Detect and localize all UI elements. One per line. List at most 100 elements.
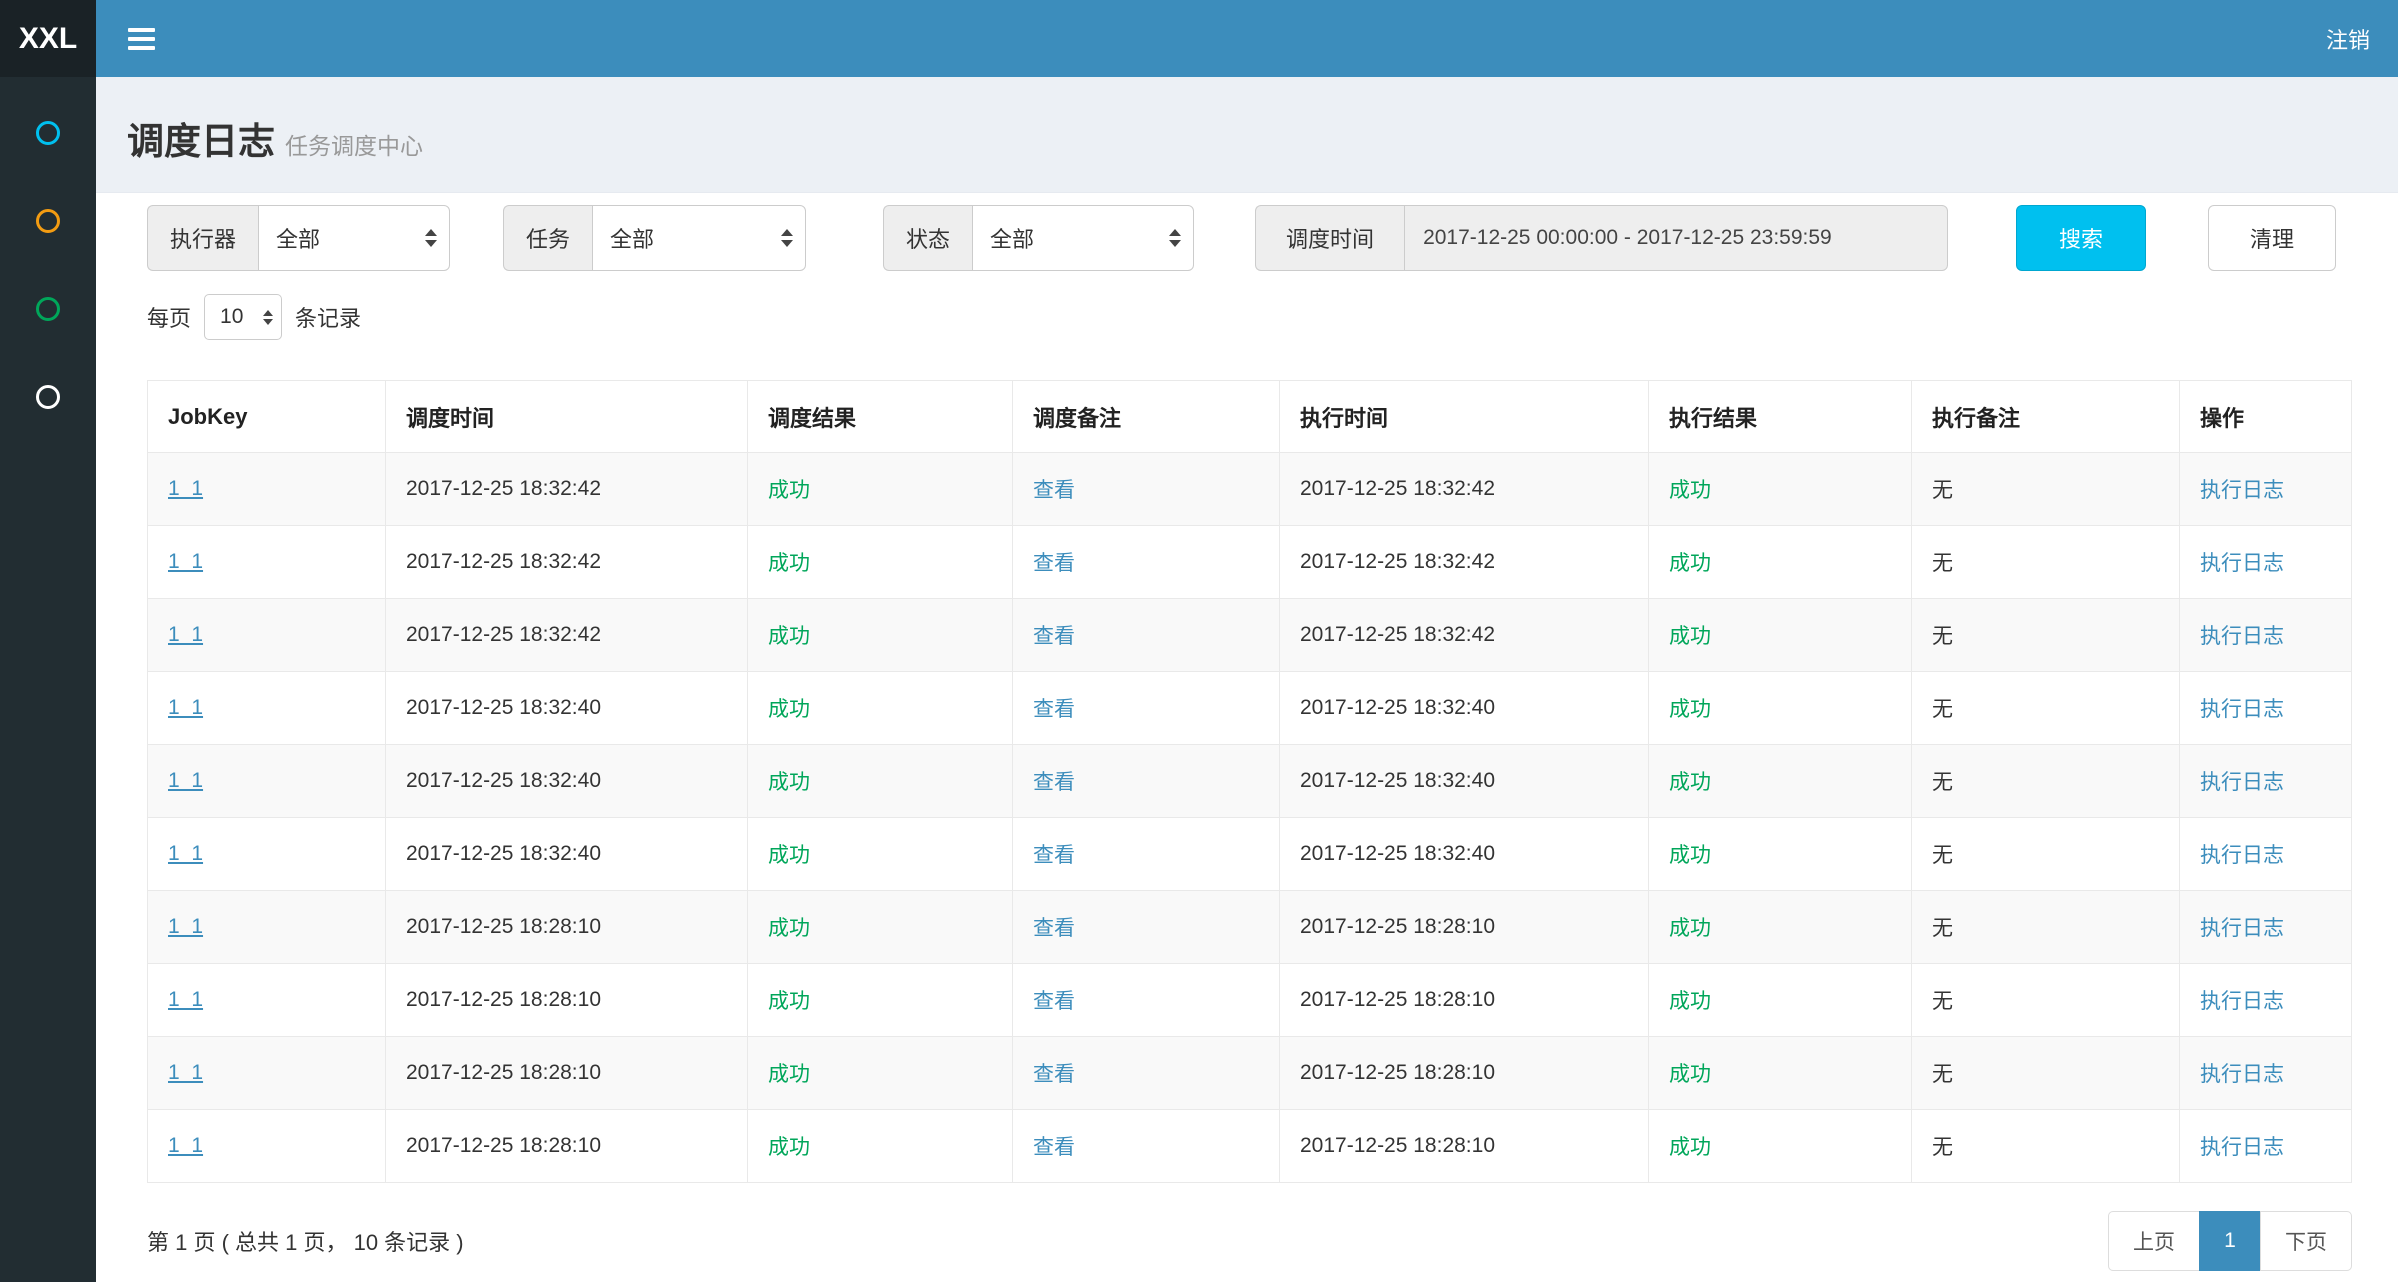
content-box: 执行器 全部 任务 全部 状态 全部	[96, 192, 2398, 1282]
table-row: 1_1 2017-12-25 18:28:10 成功 查看 2017-12-25…	[148, 1037, 2352, 1110]
exec-log-link[interactable]: 执行日志	[2200, 771, 2284, 794]
view-link[interactable]: 查看	[1033, 844, 1075, 867]
exec-log-link[interactable]: 执行日志	[2200, 479, 2284, 502]
handle-msg-cell: 无	[1912, 599, 2180, 672]
sidebar-item-3[interactable]	[32, 293, 64, 325]
page-size-prefix-label: 每页	[147, 301, 191, 333]
sidebar-item-2[interactable]	[32, 205, 64, 237]
trigger-result-cell: 成功	[748, 1110, 1013, 1183]
col-trigger-time: 调度时间	[386, 381, 748, 453]
jobkey-cell: 1_1	[148, 1037, 386, 1110]
logout-link[interactable]: 注销	[2326, 23, 2370, 55]
executor-filter-group: 执行器 全部	[147, 205, 450, 271]
exec-log-link[interactable]: 执行日志	[2200, 1063, 2284, 1086]
view-link[interactable]: 查看	[1033, 1063, 1075, 1086]
jobkey-link[interactable]: 1_1	[168, 988, 203, 1011]
sidebar-item-1[interactable]	[32, 117, 64, 149]
jobkey-link[interactable]: 1_1	[168, 696, 203, 719]
view-link[interactable]: 查看	[1033, 698, 1075, 721]
handle-msg-cell: 无	[1912, 891, 2180, 964]
action-cell: 执行日志	[2180, 745, 2352, 818]
job-filter-group: 任务 全部	[503, 205, 806, 271]
clear-button[interactable]: 清理	[2208, 205, 2336, 271]
sidebar-item-4[interactable]	[32, 381, 64, 413]
exec-log-link[interactable]: 执行日志	[2200, 698, 2284, 721]
trigger-msg-cell: 查看	[1013, 526, 1280, 599]
handle-msg-cell: 无	[1912, 1110, 2180, 1183]
handle-result-cell: 成功	[1649, 891, 1912, 964]
handle-msg-cell: 无	[1912, 526, 2180, 599]
prev-page-button[interactable]: 上页	[2108, 1211, 2200, 1271]
select-spinner-icon	[781, 229, 793, 247]
jobkey-link[interactable]: 1_1	[168, 915, 203, 938]
exec-log-link[interactable]: 执行日志	[2200, 917, 2284, 940]
jobkey-link[interactable]: 1_1	[168, 769, 203, 792]
exec-log-link[interactable]: 执行日志	[2200, 625, 2284, 648]
status-select[interactable]: 全部	[972, 205, 1194, 271]
view-link[interactable]: 查看	[1033, 1136, 1075, 1159]
handle-msg-cell: 无	[1912, 1037, 2180, 1110]
trigger-result-cell: 成功	[748, 1037, 1013, 1110]
view-link[interactable]: 查看	[1033, 552, 1075, 575]
filter-row: 执行器 全部 任务 全部 状态 全部	[147, 205, 2352, 271]
table-row: 1_1 2017-12-25 18:32:40 成功 查看 2017-12-25…	[148, 672, 2352, 745]
job-select[interactable]: 全部	[592, 205, 806, 271]
jobkey-cell: 1_1	[148, 964, 386, 1037]
action-cell: 执行日志	[2180, 453, 2352, 526]
select-spinner-icon	[425, 229, 437, 247]
jobkey-cell: 1_1	[148, 1110, 386, 1183]
exec-log-link[interactable]: 执行日志	[2200, 1136, 2284, 1159]
trigger-result-cell: 成功	[748, 818, 1013, 891]
col-handle-msg: 执行备注	[1912, 381, 2180, 453]
jobkey-link[interactable]: 1_1	[168, 1134, 203, 1157]
page-size-select[interactable]: 10	[204, 294, 282, 340]
jobkey-cell: 1_1	[148, 453, 386, 526]
handle-result-cell: 成功	[1649, 745, 1912, 818]
circle-o-icon	[36, 297, 60, 321]
brand-logo[interactable]: XXL	[0, 0, 96, 77]
jobkey-link[interactable]: 1_1	[168, 1061, 203, 1084]
view-link[interactable]: 查看	[1033, 990, 1075, 1013]
sidebar	[0, 77, 96, 1282]
jobkey-link[interactable]: 1_1	[168, 477, 203, 500]
handle-time-cell: 2017-12-25 18:32:40	[1280, 745, 1649, 818]
executor-select[interactable]: 全部	[258, 205, 450, 271]
trigger-time-cell: 2017-12-25 18:32:42	[386, 453, 748, 526]
trigger-time-range-input[interactable]: 2017-12-25 00:00:00 - 2017-12-25 23:59:5…	[1404, 205, 1948, 271]
circle-o-icon	[36, 121, 60, 145]
handle-msg-cell: 无	[1912, 745, 2180, 818]
jobkey-cell: 1_1	[148, 745, 386, 818]
exec-log-link[interactable]: 执行日志	[2200, 552, 2284, 575]
exec-log-link[interactable]: 执行日志	[2200, 990, 2284, 1013]
next-page-button[interactable]: 下页	[2260, 1211, 2352, 1271]
content-header: 调度日志任务调度中心	[96, 77, 2398, 192]
action-cell: 执行日志	[2180, 1110, 2352, 1183]
job-label: 任务	[503, 205, 592, 271]
exec-log-link[interactable]: 执行日志	[2200, 844, 2284, 867]
table-body: 1_1 2017-12-25 18:32:42 成功 查看 2017-12-25…	[148, 453, 2352, 1183]
handle-result-cell: 成功	[1649, 599, 1912, 672]
view-link[interactable]: 查看	[1033, 771, 1075, 794]
jobkey-cell: 1_1	[148, 526, 386, 599]
handle-time-cell: 2017-12-25 18:28:10	[1280, 891, 1649, 964]
trigger-time-cell: 2017-12-25 18:28:10	[386, 1110, 748, 1183]
action-cell: 执行日志	[2180, 1037, 2352, 1110]
view-link[interactable]: 查看	[1033, 917, 1075, 940]
view-link[interactable]: 查看	[1033, 479, 1075, 502]
trigger-time-cell: 2017-12-25 18:32:42	[386, 599, 748, 672]
handle-time-cell: 2017-12-25 18:32:42	[1280, 453, 1649, 526]
sidebar-toggle-icon[interactable]	[128, 28, 155, 50]
search-button[interactable]: 搜索	[2016, 205, 2146, 271]
handle-result-cell: 成功	[1649, 453, 1912, 526]
trigger-msg-cell: 查看	[1013, 964, 1280, 1037]
table-row: 1_1 2017-12-25 18:28:10 成功 查看 2017-12-25…	[148, 891, 2352, 964]
page-1-button[interactable]: 1	[2199, 1211, 2261, 1271]
trigger-msg-cell: 查看	[1013, 599, 1280, 672]
jobkey-link[interactable]: 1_1	[168, 623, 203, 646]
jobkey-link[interactable]: 1_1	[168, 550, 203, 573]
table-row: 1_1 2017-12-25 18:32:42 成功 查看 2017-12-25…	[148, 599, 2352, 672]
page-subtitle: 任务调度中心	[285, 133, 423, 159]
col-trigger-msg: 调度备注	[1013, 381, 1280, 453]
view-link[interactable]: 查看	[1033, 625, 1075, 648]
jobkey-link[interactable]: 1_1	[168, 842, 203, 865]
